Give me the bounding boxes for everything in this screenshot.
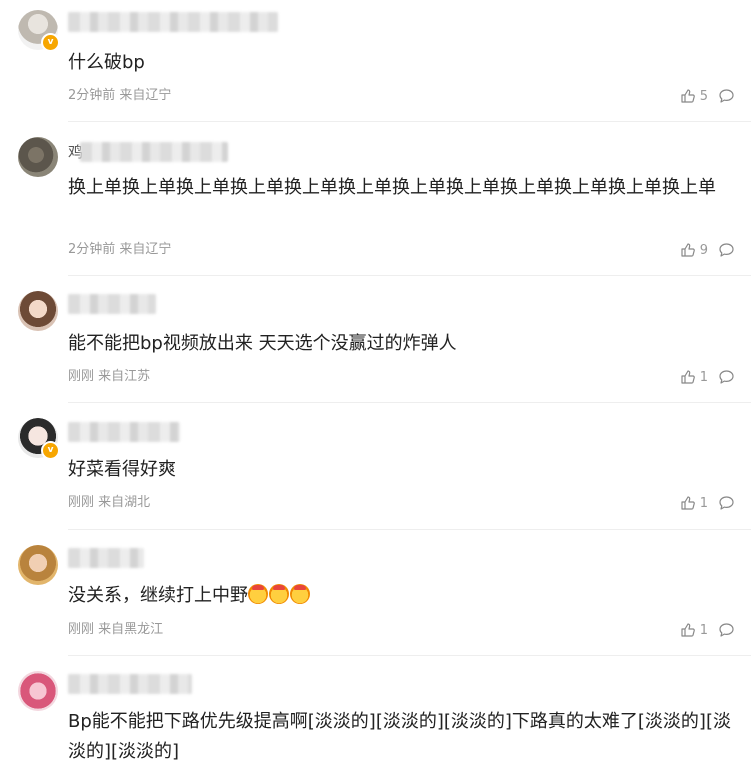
comment-location: 来自辽宁	[119, 88, 172, 103]
thumbs-up-icon	[680, 88, 696, 104]
like-button[interactable]: 1	[680, 369, 708, 385]
blessing-emoji-icon	[248, 584, 268, 604]
username-blurred[interactable]	[80, 142, 228, 162]
comment-bubble-icon	[718, 622, 735, 638]
like-button[interactable]: 1	[680, 622, 708, 638]
like-button[interactable]: 9	[680, 242, 708, 258]
comment-time: 刚刚	[68, 622, 95, 637]
comment-bubble-icon	[718, 242, 735, 258]
comment-text: Bp能不能把下路优先级提高啊[淡淡的][淡淡的][淡淡的]下路真的太难了[淡淡的…	[68, 711, 731, 762]
comment-meta: 刚刚 来自黑龙江	[68, 621, 163, 639]
username-blurred[interactable]	[68, 294, 156, 314]
reply-button[interactable]	[718, 495, 735, 511]
comment-text: 好菜看得好爽	[68, 459, 176, 480]
comment-actions: 1	[680, 494, 735, 512]
divider	[68, 121, 751, 122]
divider	[68, 402, 751, 403]
username-blurred[interactable]	[68, 12, 278, 32]
comment-meta: 2分钟前 来自辽宁	[68, 241, 171, 259]
avatar[interactable]	[18, 671, 58, 711]
comment-location: 来自湖北	[98, 495, 151, 510]
like-button[interactable]: 5	[680, 88, 708, 104]
comment-bubble-icon	[718, 495, 735, 511]
comment-time: 2分钟前	[68, 242, 116, 257]
verified-badge-icon: v	[41, 33, 60, 52]
comment-actions: 5	[680, 87, 735, 105]
comment-meta: 刚刚 来自湖北	[68, 494, 150, 512]
avatar[interactable]	[18, 137, 58, 177]
comment-actions: 1	[680, 621, 735, 639]
divider	[68, 529, 751, 530]
username-blurred[interactable]	[68, 674, 192, 694]
comment-meta: 2分钟前 来自辽宁	[68, 87, 171, 105]
thumbs-up-icon	[680, 369, 696, 385]
username-blurred[interactable]	[68, 422, 180, 442]
comment-bubble-icon	[718, 369, 735, 385]
comment-text: 能不能把bp视频放出来 天天选个没赢过的炸弹人	[68, 333, 457, 354]
avatar[interactable]	[18, 545, 58, 585]
blessing-emoji-icon	[290, 584, 310, 604]
comment-text: 什么破bp	[68, 52, 145, 73]
comment-time: 刚刚	[68, 495, 95, 510]
blessing-emoji-icon	[269, 584, 289, 604]
comment-meta: 刚刚 来自江苏	[68, 368, 150, 386]
divider	[68, 275, 751, 276]
username-blurred[interactable]	[68, 548, 144, 568]
comment-time: 刚刚	[68, 369, 95, 384]
thumbs-up-icon	[680, 242, 696, 258]
like-count: 1	[699, 369, 708, 385]
comment-time: 2分钟前	[68, 88, 116, 103]
verified-badge-icon: v	[41, 441, 60, 460]
avatar[interactable]	[18, 291, 58, 331]
reply-button[interactable]	[718, 88, 735, 104]
divider	[68, 655, 751, 656]
comment-actions: 1	[680, 368, 735, 386]
like-count: 5	[699, 88, 708, 104]
comment-location: 来自辽宁	[119, 242, 172, 257]
reply-button[interactable]	[718, 242, 735, 258]
comment-text: 换上单换上单换上单换上单换上单换上单换上单换上单换上单换上单换上单换上单	[68, 177, 716, 198]
like-count: 9	[699, 242, 708, 258]
reply-button[interactable]	[718, 369, 735, 385]
avatar[interactable]: v	[18, 418, 60, 460]
comment-text: 没关系，继续打上中野	[68, 581, 731, 611]
like-count: 1	[699, 495, 708, 511]
reply-button[interactable]	[718, 622, 735, 638]
comment-location: 来自黑龙江	[98, 622, 164, 637]
comment-location: 来自江苏	[98, 369, 151, 384]
comment-actions: 9	[680, 241, 735, 259]
avatar[interactable]: v	[18, 10, 60, 52]
thumbs-up-icon	[680, 495, 696, 511]
like-button[interactable]: 1	[680, 495, 708, 511]
comment-text-content: 没关系，继续打上中野	[68, 585, 248, 606]
like-count: 1	[699, 622, 708, 638]
thumbs-up-icon	[680, 622, 696, 638]
comment-bubble-icon	[718, 88, 735, 104]
